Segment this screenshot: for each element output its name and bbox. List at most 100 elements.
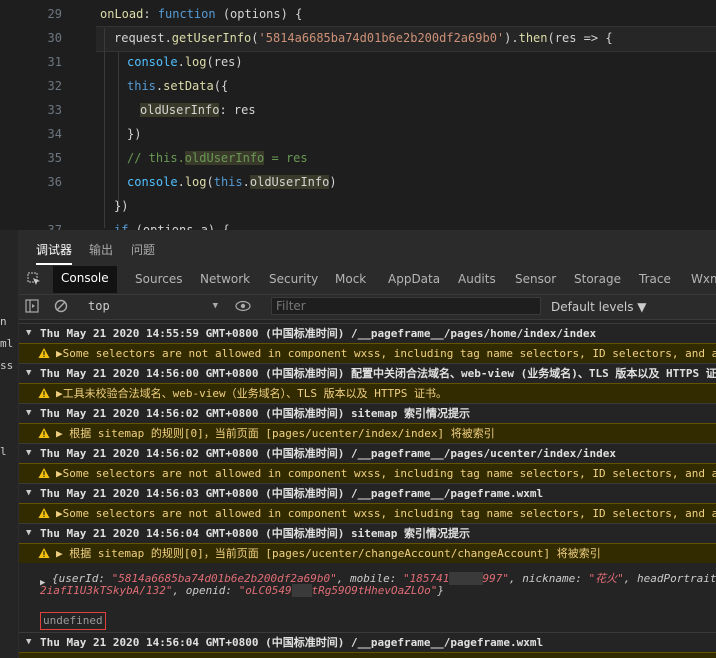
code-line: }) bbox=[114, 199, 129, 213]
expand-triangle-icon[interactable]: ▼ bbox=[26, 484, 31, 503]
code-line: console.log(res) bbox=[127, 55, 243, 69]
console-group-header[interactable]: ▼ Thu May 21 2020 14:56:00 GMT+0800 (中国标准… bbox=[18, 363, 716, 383]
tab-mock[interactable]: Mock bbox=[335, 272, 366, 286]
console-group-header[interactable]: ▼ Thu May 21 2020 14:56:04 GMT+0800 (中国标准… bbox=[18, 632, 716, 652]
tab-problems[interactable]: 问题 bbox=[131, 241, 155, 258]
obj-key: , headPortrait: " bbox=[623, 572, 716, 585]
obj-value: tRg59O9tHhevOaZLOo" bbox=[311, 584, 438, 597]
tab-network[interactable]: Network bbox=[200, 272, 250, 286]
console-warning[interactable]: ▶Some selectors are not allowed in compo… bbox=[18, 503, 716, 523]
file-tree-fragment[interactable]: l bbox=[0, 445, 7, 458]
expand-triangle-icon[interactable]: ▼ bbox=[26, 364, 31, 383]
expand-triangle-icon[interactable]: ▼ bbox=[26, 404, 31, 423]
tab-sources[interactable]: Sources bbox=[135, 272, 182, 286]
code-line: onLoad: function (options) { bbox=[100, 7, 303, 21]
obj-key: , nickname: bbox=[509, 572, 589, 585]
console-warning[interactable]: ▶Some selectors are not allowed in compo… bbox=[18, 463, 716, 483]
context-value: top bbox=[88, 299, 110, 313]
code-line: if (options.a) { bbox=[114, 223, 230, 230]
console-warning-text: ▶ 根据 sitemap 的规则[0]，当前页面 [pages/ucenter/… bbox=[56, 427, 495, 440]
inspect-element-icon[interactable] bbox=[27, 272, 41, 286]
tab-console[interactable]: Console bbox=[53, 266, 117, 293]
code-line: request.getUserInfo('5814a6685ba74d01b6e… bbox=[114, 31, 613, 45]
console-group-text: Thu May 21 2020 14:56:02 GMT+0800 (中国标准时… bbox=[40, 407, 471, 420]
console-group-text: Thu May 21 2020 14:56:04 GMT+0800 (中国标准时… bbox=[40, 527, 471, 540]
file-tree-fragment[interactable]: n bbox=[0, 315, 7, 328]
line-number: 36 bbox=[47, 175, 62, 189]
devtools-panel: 调试器 输出 问题 Console Sources Network Securi… bbox=[18, 230, 716, 658]
console-group-text: Thu May 21 2020 14:55:59 GMT+0800 (中国标准时… bbox=[40, 327, 597, 340]
dropdown-arrow-icon: ▼ bbox=[212, 301, 218, 311]
obj-value: 997" bbox=[482, 572, 510, 585]
log-levels-select[interactable]: Default levels ▼ bbox=[551, 300, 647, 314]
tab-appdata[interactable]: AppData bbox=[388, 272, 440, 286]
console-group-header[interactable]: ▼ Thu May 21 2020 14:56:02 GMT+0800 (中国标准… bbox=[18, 443, 716, 463]
obj-key: , openid: bbox=[172, 584, 239, 597]
tab-output[interactable]: 输出 bbox=[89, 241, 113, 258]
code-line: }) bbox=[127, 127, 142, 141]
tab-wxml[interactable]: Wxml bbox=[691, 272, 716, 286]
warning-icon bbox=[38, 388, 50, 398]
warning-icon bbox=[38, 348, 50, 358]
console-warning[interactable] bbox=[18, 652, 716, 658]
expand-triangle-icon[interactable]: ▼ bbox=[26, 444, 31, 463]
code-editor[interactable]: 29 30 31 32 33 34 35 36 37 onLoad: funct… bbox=[0, 0, 716, 230]
console-warning-text: ▶Some selectors are not allowed in compo… bbox=[56, 347, 716, 360]
console-group-header[interactable]: ▼ Thu May 21 2020 14:55:59 GMT+0800 (中国标准… bbox=[18, 323, 716, 343]
warning-icon bbox=[38, 468, 50, 478]
line-number: 29 bbox=[47, 7, 62, 21]
console-undefined-output: undefined bbox=[40, 612, 106, 630]
console-group-text: Thu May 21 2020 14:56:04 GMT+0800 (中国标准时… bbox=[40, 636, 544, 649]
context-select[interactable]: top ▼ bbox=[88, 299, 218, 315]
tab-security[interactable]: Security bbox=[269, 272, 318, 286]
line-number: 32 bbox=[47, 79, 62, 93]
console-warning-text: ▶Some selectors are not allowed in compo… bbox=[56, 467, 716, 480]
console-group-header[interactable]: ▼ Thu May 21 2020 14:56:02 GMT+0800 (中国标准… bbox=[18, 403, 716, 423]
warning-icon bbox=[38, 548, 50, 558]
tool-tab-bar: Console Sources Network Security Mock Ap… bbox=[18, 266, 716, 295]
file-tree-fragment[interactable]: ml bbox=[0, 337, 13, 350]
indent-guide bbox=[104, 28, 105, 228]
line-number: 37 bbox=[47, 223, 62, 230]
warning-icon bbox=[38, 508, 50, 518]
filter-input[interactable]: Filter bbox=[271, 297, 541, 315]
code-line: this.setData({ bbox=[127, 79, 229, 93]
tab-audits[interactable]: Audits bbox=[458, 272, 496, 286]
line-number: 35 bbox=[47, 151, 62, 165]
console-output[interactable]: ▼ Thu May 21 2020 14:55:59 GMT+0800 (中国标准… bbox=[18, 320, 716, 658]
eye-icon[interactable] bbox=[235, 299, 251, 313]
console-group-text: Thu May 21 2020 14:56:00 GMT+0800 (中国标准时… bbox=[40, 367, 716, 380]
console-warning[interactable]: ▶Some selectors are not allowed in compo… bbox=[18, 343, 716, 363]
code-line: console.log(this.oldUserInfo) bbox=[127, 175, 337, 189]
obj-value: "花火" bbox=[588, 572, 624, 585]
expand-triangle-icon[interactable]: ▼ bbox=[26, 633, 31, 652]
clear-console-icon[interactable] bbox=[54, 299, 68, 313]
console-group-text: Thu May 21 2020 14:56:03 GMT+0800 (中国标准时… bbox=[40, 487, 544, 500]
sidebar-strip: n ml ss l bbox=[0, 230, 19, 658]
obj-value: 2iafI1U3kTSkybA/132" bbox=[40, 584, 173, 597]
indent-guide bbox=[118, 52, 119, 212]
tab-debugger[interactable]: 调试器 bbox=[36, 241, 73, 265]
obj-key: } bbox=[437, 584, 445, 597]
console-warning[interactable]: ▶工具未校验合法域名、web-view（业务域名）、TLS 版本以及 HTTPS… bbox=[18, 383, 716, 403]
console-group-header[interactable]: ▼ Thu May 21 2020 14:56:04 GMT+0800 (中国标准… bbox=[18, 523, 716, 543]
console-warning-text: ▶工具未校验合法域名、web-view（业务域名）、TLS 版本以及 HTTPS… bbox=[56, 387, 447, 400]
tab-trace[interactable]: Trace bbox=[639, 272, 671, 286]
file-tree-fragment[interactable]: ss bbox=[0, 359, 13, 372]
console-filter-bar: top ▼ Filter Default levels ▼ bbox=[18, 295, 716, 320]
console-group-text: Thu May 21 2020 14:56:02 GMT+0800 (中国标准时… bbox=[40, 447, 616, 460]
tab-storage[interactable]: Storage bbox=[574, 272, 621, 286]
tab-sensor[interactable]: Sensor bbox=[515, 272, 556, 286]
obj-value: "oLC0549 bbox=[238, 584, 292, 597]
code-line: // this.oldUserInfo = res bbox=[127, 151, 308, 165]
expand-triangle-icon[interactable]: ▼ bbox=[26, 524, 31, 543]
console-group-header[interactable]: ▼ Thu May 21 2020 14:56:03 GMT+0800 (中国标准… bbox=[18, 483, 716, 503]
expand-triangle-icon[interactable]: ▼ bbox=[26, 324, 31, 343]
line-number: 30 bbox=[47, 31, 62, 45]
console-warning[interactable]: ▶ 根据 sitemap 的规则[0]，当前页面 [pages/ucenter/… bbox=[18, 543, 716, 563]
redacted-mark bbox=[291, 584, 312, 597]
toggle-sidebar-icon[interactable] bbox=[25, 299, 39, 313]
line-number: 31 bbox=[47, 55, 62, 69]
console-warning[interactable]: ▶ 根据 sitemap 的规则[0]，当前页面 [pages/ucenter/… bbox=[18, 423, 716, 443]
warning-icon bbox=[38, 428, 50, 438]
